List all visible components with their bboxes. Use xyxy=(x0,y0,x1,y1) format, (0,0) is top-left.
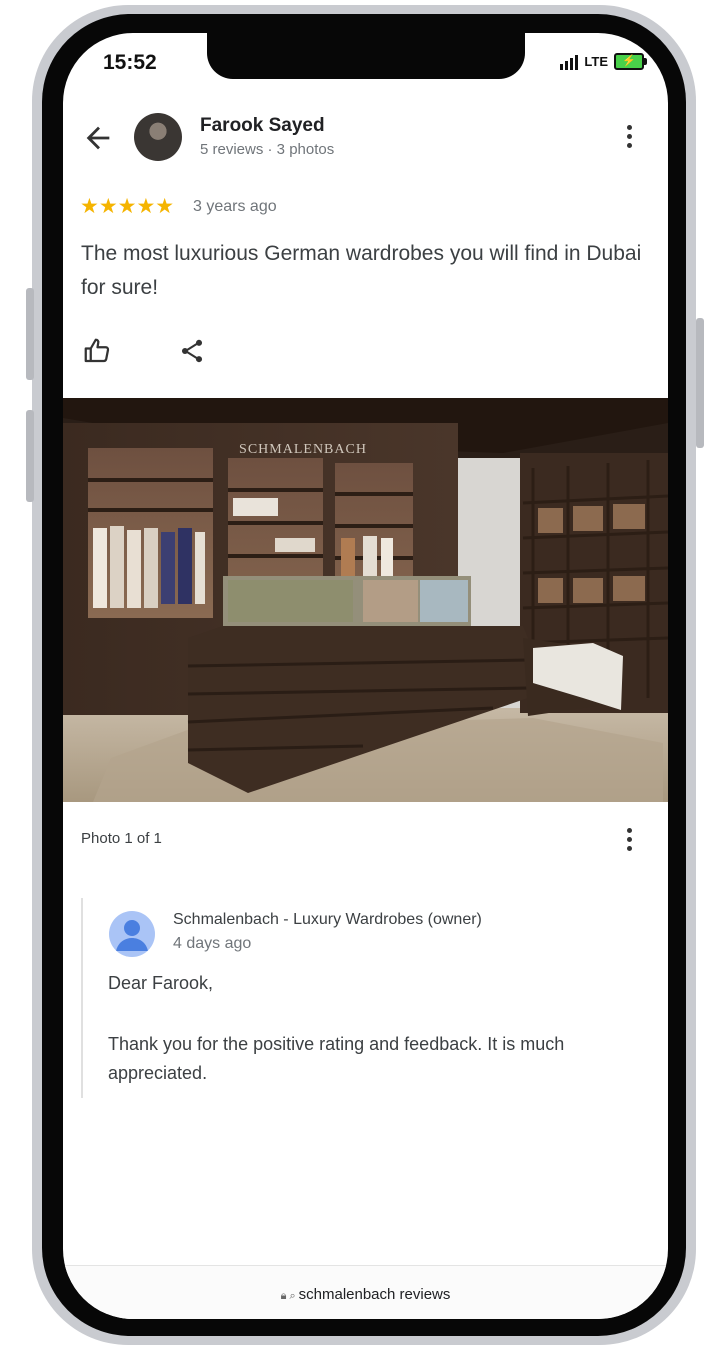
owner-reply-body: Thank you for the positive rating and fe… xyxy=(108,1034,565,1083)
volume-up-button xyxy=(26,288,34,380)
owner-reply-time: 4 days ago xyxy=(173,935,252,952)
share-icon[interactable] xyxy=(178,337,206,365)
volume-down-button xyxy=(26,410,34,502)
notch xyxy=(207,33,525,79)
review-photo[interactable]: SCHMALENBACH xyxy=(63,398,668,802)
kebab-menu-icon[interactable] xyxy=(627,125,632,148)
battery-icon: ⚡ xyxy=(614,53,647,70)
phone-screen: 15:52 LTE ⚡ Farook Sayed 5 reviews · 3 p… xyxy=(63,33,668,1319)
owner-name: Schmalenbach - Luxury Wardrobes (owner) xyxy=(173,911,482,928)
star-rating: ★★★★★ xyxy=(80,196,174,217)
browser-url-bar[interactable]: 🔒︎ ⌕ schmalenbach reviews xyxy=(63,1265,668,1319)
reviewer-name[interactable]: Farook Sayed xyxy=(200,115,325,137)
thumbs-up-icon[interactable] xyxy=(82,336,112,366)
status-time: 15:52 xyxy=(103,51,157,74)
search-icon: ⌕ xyxy=(289,1290,296,1302)
person-icon xyxy=(116,920,148,951)
signal-icon xyxy=(560,54,579,70)
photo-kebab-menu-icon[interactable] xyxy=(627,828,632,851)
lock-icon: 🔒︎ xyxy=(280,1290,287,1302)
review-text: The most luxurious German wardrobes you … xyxy=(81,242,642,299)
brand-sign: SCHMALENBACH xyxy=(239,442,367,457)
owner-avatar xyxy=(109,911,155,957)
back-arrow-icon[interactable] xyxy=(81,121,115,155)
owner-reply-greeting: Dear Farook, xyxy=(108,973,214,993)
reviewer-avatar[interactable] xyxy=(134,113,182,161)
photo-counter: Photo 1 of 1 xyxy=(81,830,162,847)
charging-bolt-icon: ⚡ xyxy=(622,55,636,67)
url-display[interactable]: 🔒︎ ⌕ schmalenbach reviews xyxy=(63,1286,668,1303)
review-time: 3 years ago xyxy=(193,198,277,215)
status-indicators: LTE ⚡ xyxy=(560,53,647,70)
power-button xyxy=(696,318,704,448)
network-type: LTE xyxy=(584,54,608,69)
url-text: schmalenbach reviews xyxy=(298,1286,451,1303)
rating-stars: ★★★★★ xyxy=(80,195,175,218)
reviewer-meta: 5 reviews · 3 photos xyxy=(200,141,335,158)
